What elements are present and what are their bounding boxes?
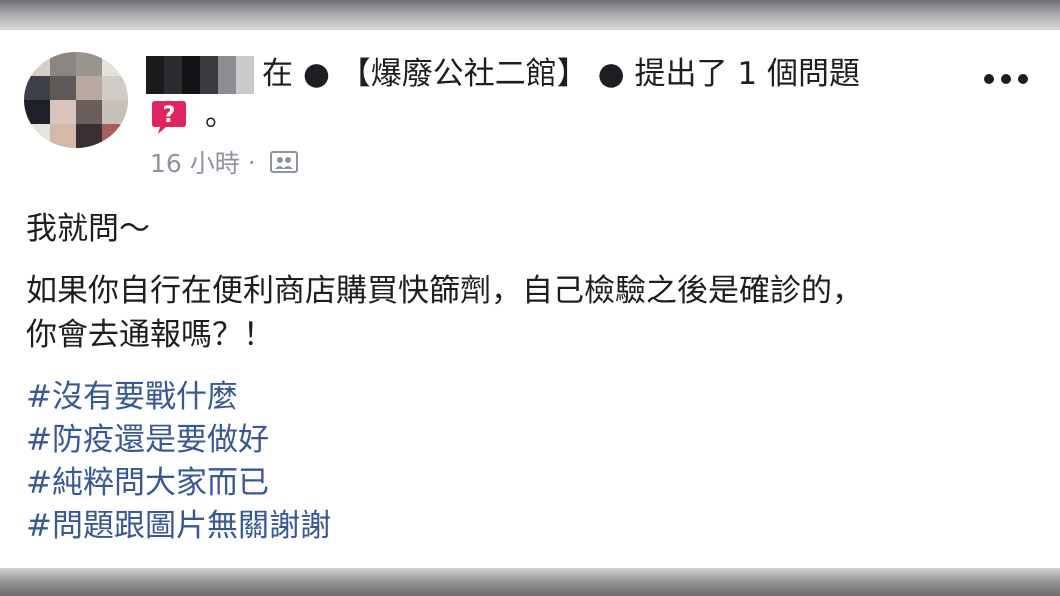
- post-body-line-1: 我就問～: [26, 211, 150, 247]
- avatar[interactable]: [24, 52, 128, 148]
- header-period: 。: [205, 98, 235, 133]
- hashtag-link[interactable]: #純粹問大家而已: [26, 462, 331, 505]
- top-frame-shadow: [0, 0, 1060, 30]
- hashtag-list: #沒有要戰什麼 #防疫還是要做好 #純粹問大家而已 #問題跟圖片無關謝謝: [26, 376, 331, 548]
- post-body-line-2: 如果你自行在便利商店購買快篩劑，自己檢驗之後是確診的，: [26, 273, 863, 309]
- more-options-icon[interactable]: [984, 72, 1028, 86]
- post-timestamp[interactable]: 16 小時: [150, 144, 240, 180]
- hashtag-link[interactable]: #防疫還是要做好: [26, 419, 331, 462]
- meta-separator: ·: [247, 147, 256, 177]
- hashtag-link[interactable]: #問題跟圖片無關謝謝: [26, 505, 331, 548]
- post-header-text: 在 ● 【爆廢公社二館】 ● 提出了 1 個問題: [262, 56, 860, 92]
- question-bubble-icon: ?: [152, 101, 186, 134]
- svg-text:?: ?: [163, 103, 176, 128]
- hashtag-link[interactable]: #沒有要戰什麼: [26, 376, 331, 419]
- post-body-line-3: 你會去通報嗎？！: [26, 317, 274, 353]
- post-meta: 16 小時 ·: [150, 146, 298, 178]
- friends-audience-icon[interactable]: [269, 151, 298, 173]
- bottom-frame-shadow: [0, 568, 1060, 596]
- author-name-censored[interactable]: [146, 56, 254, 94]
